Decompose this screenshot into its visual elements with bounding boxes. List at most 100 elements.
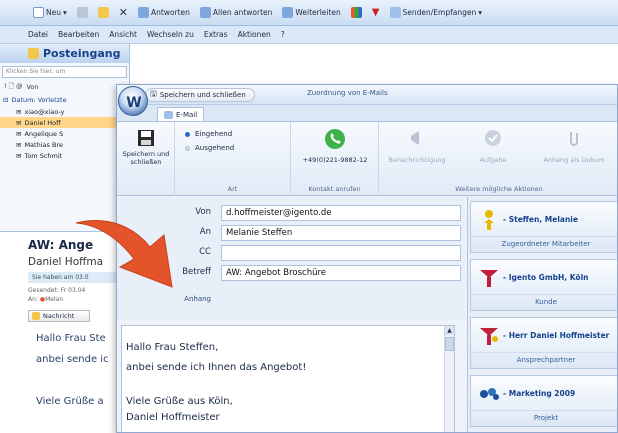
collapse-icon: ⊟	[3, 95, 9, 104]
reply-all-button[interactable]: Allen antworten	[197, 7, 275, 18]
preview-body: Hallo Frau Ste anbei sende ic Viele Grüß…	[36, 333, 109, 407]
group-header[interactable]: ⊟ Datum: Vorletzte	[0, 93, 129, 106]
ribbon: Speichern und schließen Eingehend Ausgeh…	[117, 122, 617, 196]
scroll-up-icon[interactable]: ▲	[445, 326, 454, 335]
reply-button[interactable]: Antworten	[135, 7, 193, 18]
folder-header: Posteingang	[0, 44, 129, 63]
reply-all-icon	[199, 7, 211, 18]
card-role: Ansprechpartner	[471, 352, 617, 364]
menu-go[interactable]: Wechseln zu	[147, 30, 194, 39]
svg-text:W: W	[126, 95, 141, 111]
card-role: Kunde	[471, 294, 617, 306]
group-label-more: Weitere mögliche Aktionen	[455, 185, 543, 193]
list-item[interactable]: ✉ Tom Schmit	[0, 150, 129, 161]
outlook-menubar: Datei Bearbeiten Ansicht Wechseln zu Ext…	[0, 26, 618, 44]
search-input[interactable]: Klicken Sie hier, um	[2, 66, 127, 78]
filter-button[interactable]: ▼	[369, 7, 383, 18]
body-scrollbar[interactable]: ▲	[444, 326, 454, 432]
print-button[interactable]	[74, 7, 91, 18]
save-icon: 🖫	[150, 88, 157, 98]
to-field[interactable]: Melanie Steffen	[221, 225, 461, 241]
task-button[interactable]: Aufgabe	[463, 128, 523, 164]
column-header-from[interactable]: ! 🗋 @ Von	[0, 81, 129, 93]
ribbon-group-save: Speichern und schließen	[117, 122, 175, 196]
categorize-button[interactable]	[348, 7, 365, 18]
megaphone-icon	[411, 131, 419, 145]
new-button[interactable]: Neu ▾	[30, 7, 70, 18]
categorize-icon	[350, 7, 362, 18]
send-receive-icon	[389, 7, 401, 18]
card-project[interactable]: - Marketing 2009 Projekt	[470, 375, 617, 427]
radio-outgoing[interactable]: Ausgehend	[185, 144, 234, 152]
menu-tools[interactable]: Extras	[204, 30, 228, 39]
scroll-thumb[interactable]	[445, 337, 454, 351]
print-icon	[76, 7, 88, 18]
inbox-icon	[28, 48, 39, 59]
card-customer[interactable]: - Igento GmbH, Köln Kunde	[470, 259, 617, 311]
radio-off-icon	[185, 145, 190, 151]
card-role: Zugeordneter Mitarbeiter	[471, 236, 617, 248]
app-logo-icon: W	[126, 95, 141, 111]
card-contact[interactable]: - Herr Daniel Hoffmeister Ansprechpartne…	[470, 317, 617, 369]
paperclip-icon	[570, 132, 578, 146]
mail-icon: ✉	[16, 140, 22, 149]
new-mail-icon	[33, 7, 44, 18]
folder-title: Posteingang	[43, 47, 121, 60]
message-body[interactable]: Hallo Frau Steffen, anbei sende ich Ihne…	[121, 325, 455, 432]
menu-file[interactable]: Datei	[28, 30, 48, 39]
attachment-row: Anhang	[117, 293, 465, 309]
from-field[interactable]: d.hoffmeister@igento.de	[221, 205, 461, 221]
list-item[interactable]: ✉ Mathias Bre	[0, 139, 129, 150]
annotation-arrow	[75, 220, 173, 288]
to-line: An: ●Melan	[28, 296, 64, 303]
dialog-tabs: E-Mail	[117, 105, 617, 122]
phone-icon	[325, 129, 345, 149]
forward-icon	[282, 7, 294, 18]
dialog-caption: Zuordnung von E-Mails	[307, 89, 388, 97]
ribbon-group-art: Eingehend Ausgehend Art	[175, 122, 291, 196]
menu-actions[interactable]: Aktionen	[238, 30, 271, 39]
mail-icon: ✉	[16, 107, 22, 116]
message-icon	[32, 312, 40, 320]
save-close-button[interactable]: Speichern und schließen	[119, 128, 173, 166]
call-contact-button[interactable]: +49(0)221-9882-12	[293, 128, 377, 164]
cc-field[interactable]	[221, 245, 461, 261]
folder-icon	[97, 7, 109, 18]
contact-icon	[480, 328, 498, 345]
message-button[interactable]: Nachricht	[28, 310, 90, 322]
menu-help[interactable]: ?	[281, 30, 285, 39]
delete-icon: ✕	[118, 6, 128, 19]
group-label-art: Art	[227, 185, 238, 193]
radio-incoming[interactable]: Eingehend	[185, 130, 232, 138]
notification-button[interactable]: Benachrichtigung	[383, 128, 451, 164]
menu-edit[interactable]: Bearbeiten	[58, 30, 99, 39]
attach-document-button[interactable]: Anhang als Dokum	[529, 128, 617, 164]
ribbon-group-more: Benachrichtigung Aufgabe Anhang als Doku…	[379, 122, 617, 196]
save-close-quick-button[interactable]: 🖫 Speichern und schließen	[145, 87, 255, 102]
tab-email[interactable]: E-Mail	[157, 107, 205, 121]
project-icon	[480, 388, 499, 400]
card-employee[interactable]: - Steffen, Melanie Zugeordneter Mitarbei…	[470, 201, 617, 253]
list-item[interactable]: ✉ Angelique S	[0, 128, 129, 139]
attachment-label: Anhang	[184, 295, 211, 303]
list-item[interactable]: ✉ xiao@xiao-y	[0, 106, 129, 117]
subject-field[interactable]: AW: Angebot Broschüre	[221, 265, 461, 281]
reply-icon	[137, 7, 149, 18]
mail-icon: ✉	[16, 129, 22, 138]
radio-on-icon	[185, 131, 190, 137]
group-label-contact: Kontakt anrufen	[308, 185, 361, 193]
office-button[interactable]: W	[118, 86, 148, 116]
sort-icons: ! 🗋 @	[4, 81, 23, 90]
forward-button[interactable]: Weiterleiten	[279, 7, 343, 18]
relations-panel: - Steffen, Melanie Zugeordneter Mitarbei…	[467, 197, 617, 432]
email-tab-icon	[164, 110, 173, 119]
send-receive-button[interactable]: Senden/Empfangen ▾	[387, 7, 485, 18]
move-button[interactable]	[95, 7, 112, 18]
delete-button[interactable]: ✕	[116, 6, 131, 19]
mail-assignment-dialog: 🖫 Speichern und schließen Zuordnung von …	[116, 84, 618, 433]
menu-view[interactable]: Ansicht	[109, 30, 137, 39]
list-item-selected[interactable]: ✉ Daniel Hoff	[0, 117, 129, 128]
task-icon	[485, 130, 501, 146]
dialog-titlebar: 🖫 Speichern und schließen Zuordnung von …	[117, 85, 617, 105]
company-icon	[480, 270, 498, 287]
